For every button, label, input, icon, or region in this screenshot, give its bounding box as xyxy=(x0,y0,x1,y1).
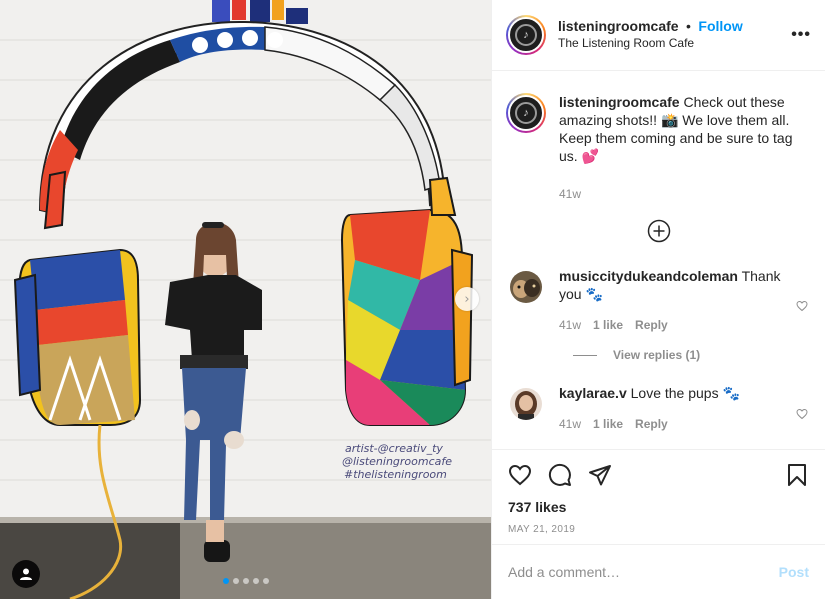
comment-item: kaylarae.v Love the pups 🐾 41w 1 like Re… xyxy=(506,362,811,433)
location-link[interactable]: The Listening Room Cafe xyxy=(558,35,787,52)
carousel-dot xyxy=(243,578,249,584)
comment-input[interactable] xyxy=(508,564,779,580)
post-photo[interactable]: artist-@creativ_ty @listeningroomcafe #t… xyxy=(0,0,491,599)
view-replies-label: View replies (1) xyxy=(613,348,701,362)
paper-plane-icon xyxy=(589,465,611,486)
post-side-panel: ♪ listeningroomcafe • Follow The Listeni… xyxy=(491,0,825,599)
instagram-post-view: artist-@creativ_ty @listeningroomcafe #t… xyxy=(0,0,825,599)
header-username[interactable]: listeningroomcafe xyxy=(558,18,679,34)
follow-button[interactable]: Follow xyxy=(698,18,742,34)
separator-dot: • xyxy=(686,18,691,34)
post-date[interactable]: MAY 21, 2019 xyxy=(508,524,809,535)
carousel-dot xyxy=(263,578,269,584)
load-more-comments[interactable] xyxy=(506,203,811,253)
more-icon: ••• xyxy=(791,26,811,43)
avatar: ♪ xyxy=(508,17,544,53)
caption-age[interactable]: 41w xyxy=(559,185,581,203)
comments-section: ♪ listeningroomcafe Check out these amaz… xyxy=(492,71,825,449)
svg-text:@listeningroomcafe: @listeningroomcafe xyxy=(342,455,452,468)
next-photo-button[interactable]: › xyxy=(455,287,479,311)
avatar: ♪ xyxy=(508,95,544,131)
save-button[interactable] xyxy=(785,463,809,487)
post-header: ♪ listeningroomcafe • Follow The Listeni… xyxy=(492,0,825,71)
like-comment-button[interactable] xyxy=(793,277,811,334)
svg-text:#thelisteningroom: #thelisteningroom xyxy=(344,468,447,481)
svg-text:artist-@creativ_ty: artist-@creativ_ty xyxy=(345,442,443,455)
comment-item: musiccitydukeandcoleman Thank you 🐾 41w … xyxy=(506,253,811,334)
bookmark-icon xyxy=(788,464,806,486)
add-comment-bar: Post xyxy=(492,544,825,599)
reply-button[interactable]: Reply xyxy=(635,316,668,334)
dog-photo-icon xyxy=(510,271,542,303)
comment-text: Love the pups 🐾 xyxy=(630,385,740,401)
cafe-logo-icon: ♪ xyxy=(515,24,537,46)
plus-circle-icon xyxy=(647,219,670,243)
carousel-indicator xyxy=(223,578,269,584)
commenter-username[interactable]: musiccitydukeandcoleman xyxy=(559,268,738,284)
carousel-dot xyxy=(223,578,229,584)
caption: ♪ listeningroomcafe Check out these amaz… xyxy=(506,71,811,203)
like-button[interactable] xyxy=(508,463,532,487)
like-comment-button[interactable] xyxy=(793,394,811,433)
heart-icon xyxy=(508,464,532,486)
chevron-right-icon: › xyxy=(464,291,470,307)
story-ring[interactable]: ♪ xyxy=(506,15,546,55)
commenter-username[interactable]: kaylarae.v xyxy=(559,385,627,401)
user-icon xyxy=(20,568,32,580)
view-replies-button[interactable]: View replies (1) xyxy=(573,348,811,362)
more-options-button[interactable]: ••• xyxy=(787,26,811,44)
like-count[interactable]: 737 likes xyxy=(508,499,809,515)
heart-icon xyxy=(796,408,808,419)
post-comment-button[interactable]: Post xyxy=(779,564,809,580)
comment-age[interactable]: 41w xyxy=(559,316,581,334)
carousel-dot xyxy=(253,578,259,584)
caption-username[interactable]: listeningroomcafe xyxy=(559,94,680,110)
post-actions: 737 likes MAY 21, 2019 xyxy=(492,449,825,544)
commenter-avatar[interactable] xyxy=(510,388,542,420)
comment-like-count[interactable]: 1 like xyxy=(593,415,623,433)
comment-age[interactable]: 41w xyxy=(559,415,581,433)
tagged-users-button[interactable] xyxy=(12,560,40,588)
heart-icon xyxy=(796,300,808,311)
reply-button[interactable]: Reply xyxy=(635,415,668,433)
comment-icon xyxy=(548,463,571,486)
mural-image: artist-@creativ_ty @listeningroomcafe #t… xyxy=(0,0,491,599)
comment-like-count[interactable]: 1 like xyxy=(593,316,623,334)
caption-story-ring[interactable]: ♪ xyxy=(506,93,546,133)
cafe-logo-icon: ♪ xyxy=(515,102,537,124)
commenter-avatar[interactable] xyxy=(510,271,542,303)
comment-button[interactable] xyxy=(548,463,572,487)
divider xyxy=(573,354,597,356)
share-button[interactable] xyxy=(588,463,612,487)
carousel-dot xyxy=(233,578,239,584)
profile-photo-icon xyxy=(510,388,542,420)
